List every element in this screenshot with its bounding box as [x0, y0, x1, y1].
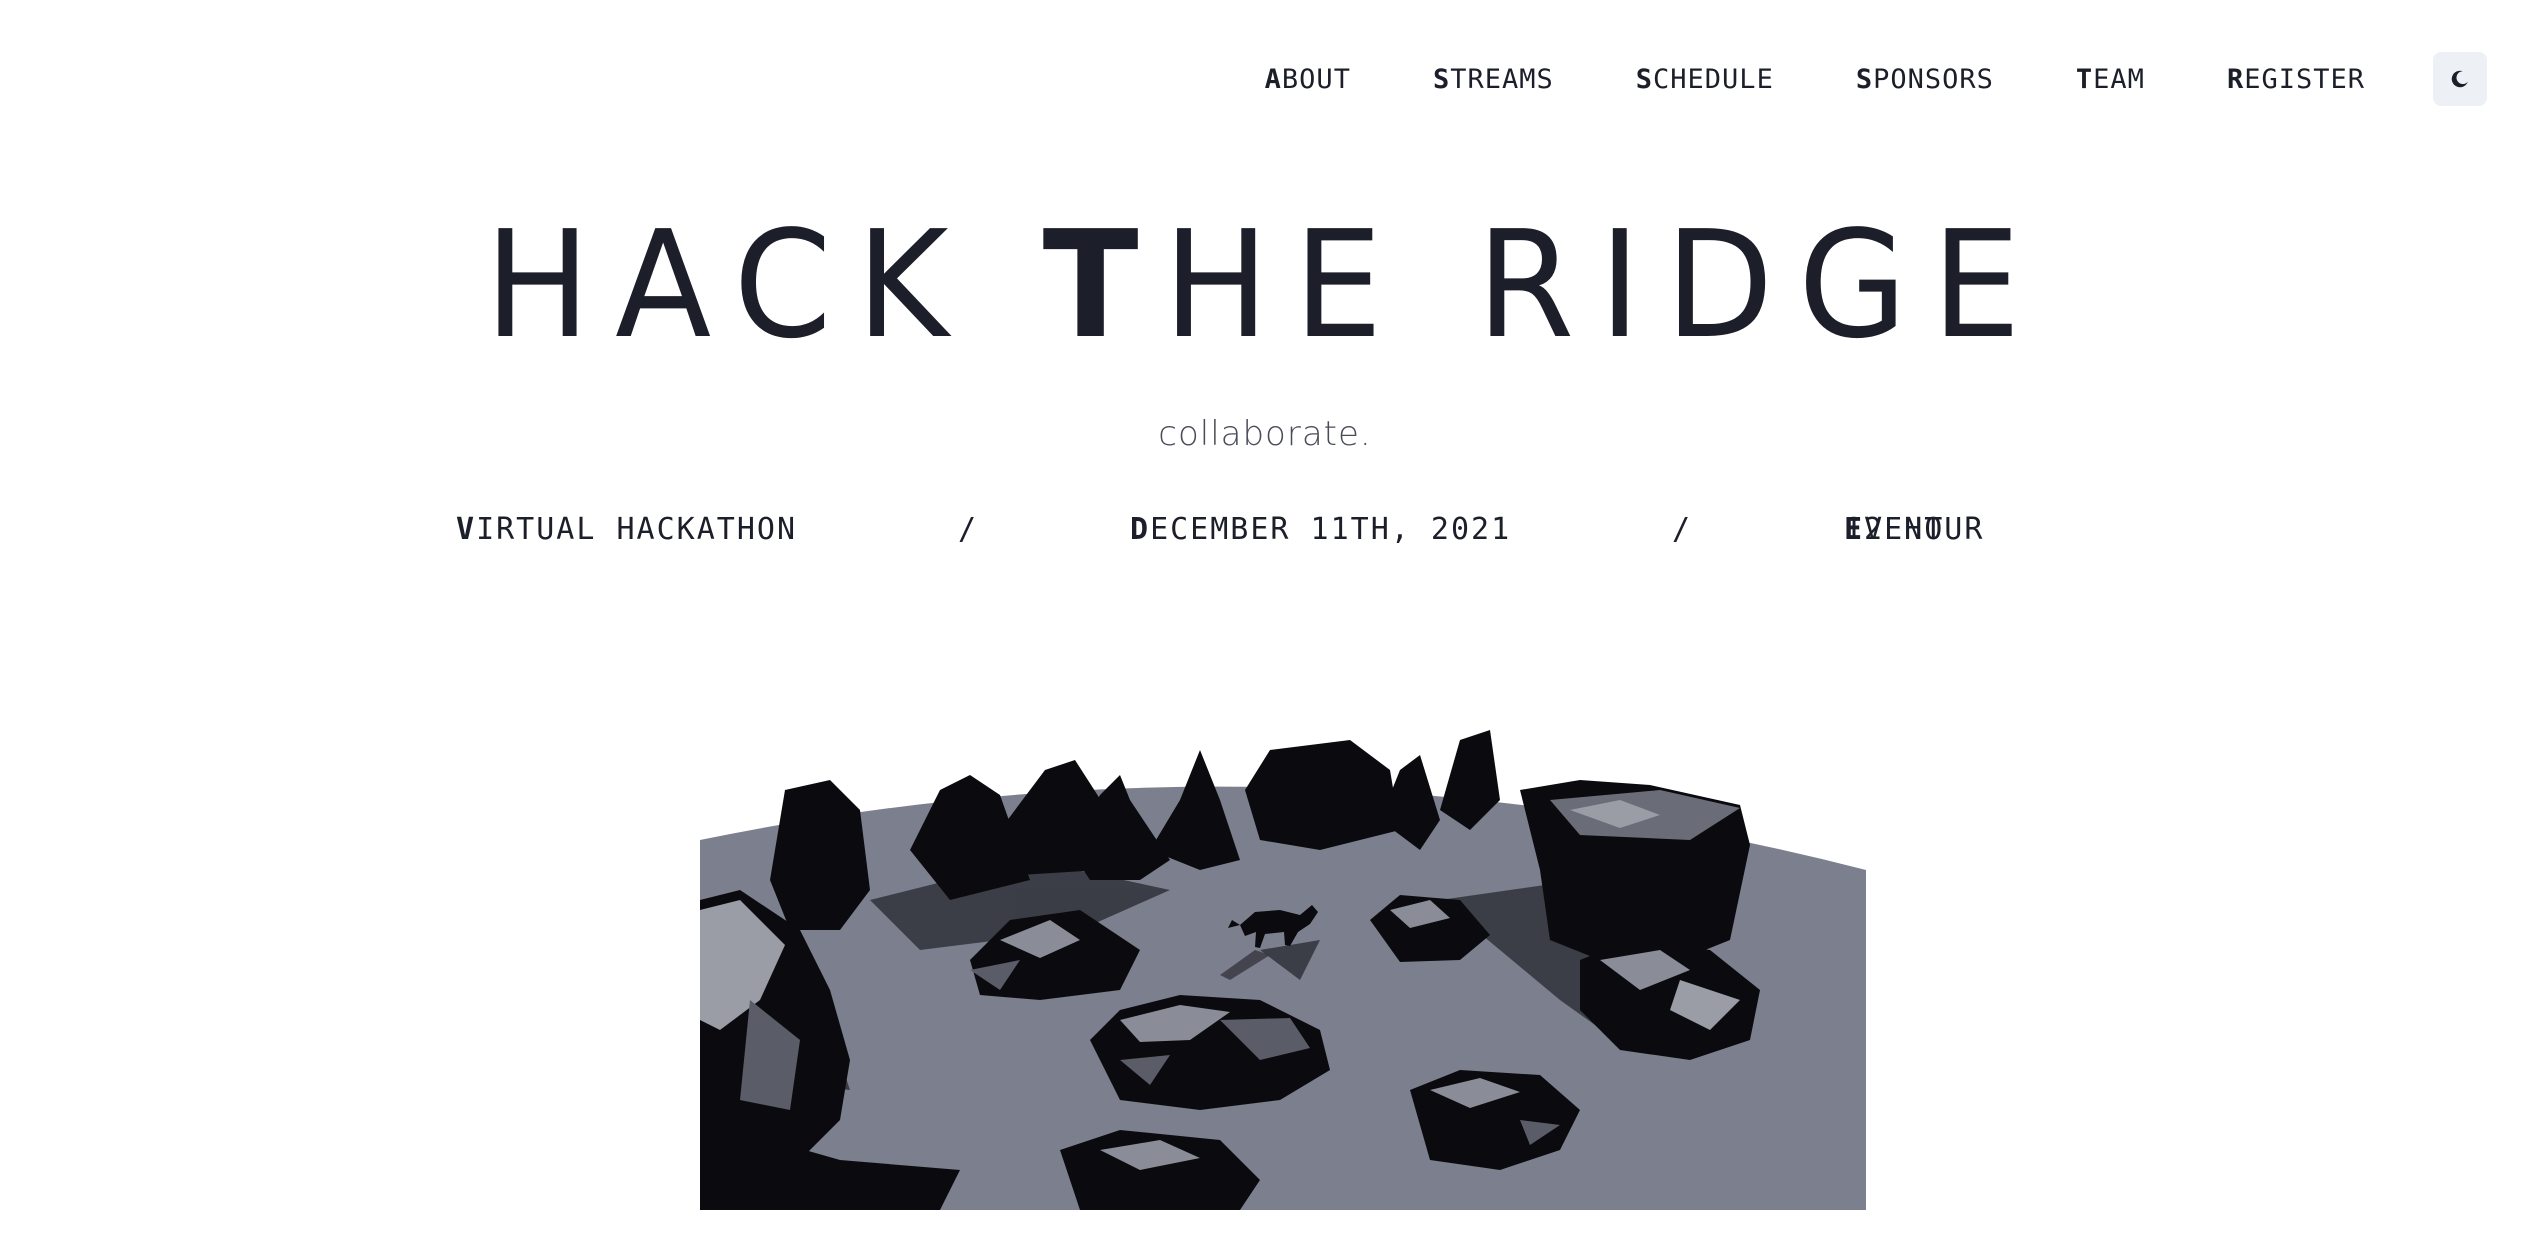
- separator: /: [958, 512, 979, 547]
- main-nav: ABOUT STREAMS SCHEDULE SPONSORS TEAM REG…: [1265, 58, 2365, 102]
- nav-register[interactable]: REGISTER: [2227, 58, 2365, 102]
- event-details: V IRTUAL HACKATHON / D ECEMBER 11TH, 2021 …: [456, 512, 2116, 560]
- separator: /: [1672, 512, 1693, 547]
- event-duration: 12 HOUR E VENT: [1844, 512, 1985, 547]
- nav-schedule[interactable]: SCHEDULE: [1636, 58, 1774, 102]
- nav-team[interactable]: TEAM: [2076, 58, 2145, 102]
- nav-about[interactable]: ABOUT: [1265, 58, 1351, 102]
- event-type: V IRTUAL HACKATHON: [456, 512, 798, 547]
- nav-streams[interactable]: STREAMS: [1433, 58, 1554, 102]
- tagline: collaborate.: [1158, 414, 1372, 454]
- theme-toggle-button[interactable]: [2433, 52, 2487, 106]
- page-title: HACK THE RIDGE: [484, 199, 2046, 371]
- low-poly-wolf-landscape-illustration: [700, 730, 1866, 1210]
- moon-icon: [2451, 70, 2468, 88]
- hero-illustration: [700, 700, 1866, 1210]
- event-date: D ECEMBER 11TH, 2021: [1130, 512, 1512, 547]
- nav-sponsors[interactable]: SPONSORS: [1856, 58, 1994, 102]
